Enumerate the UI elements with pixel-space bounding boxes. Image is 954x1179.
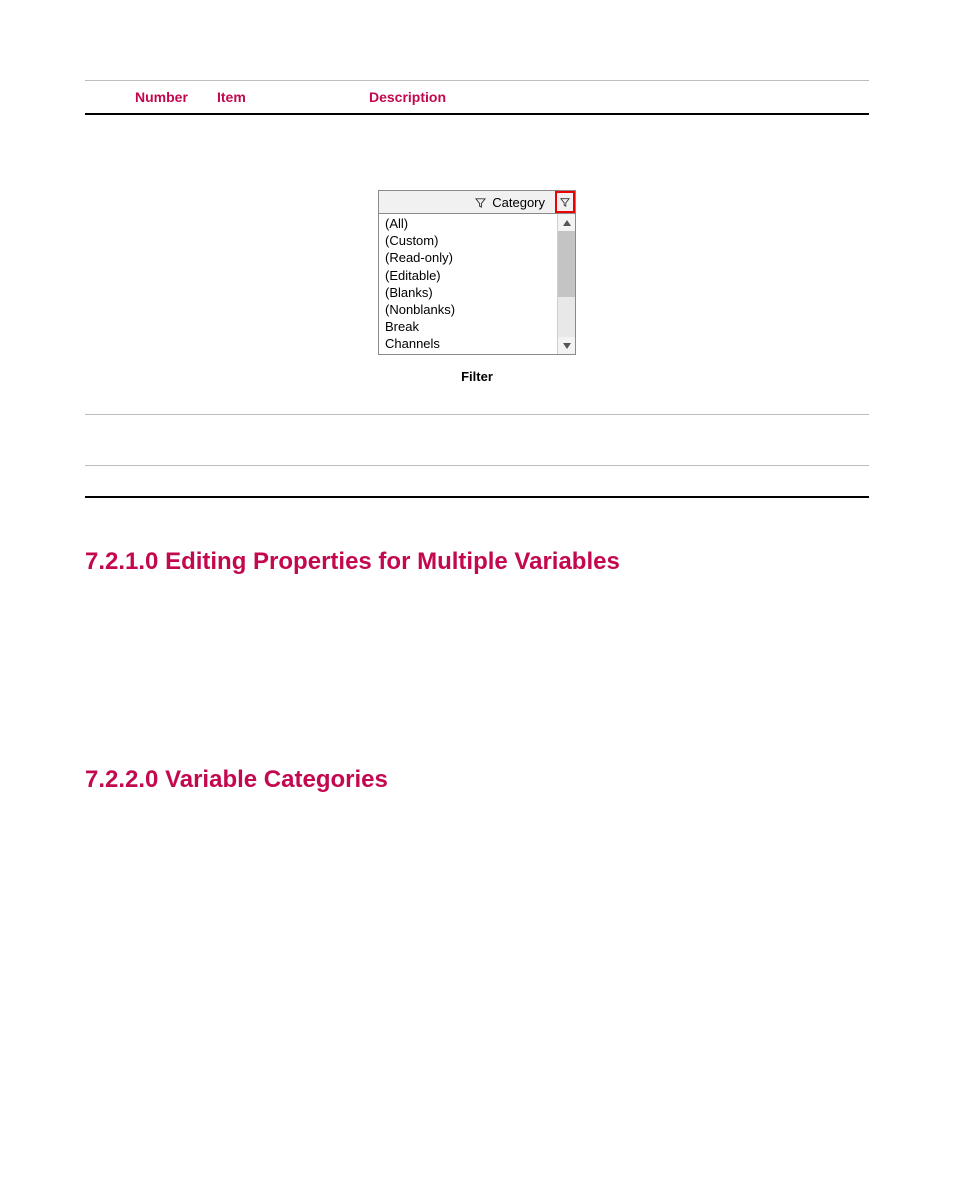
figure-caption: Filter xyxy=(461,369,493,384)
filter-figure: Category (All) (Custom) (Read-only) (Edi… xyxy=(85,190,869,384)
scroll-down-button[interactable] xyxy=(558,337,575,354)
dropdown-option[interactable]: (All) xyxy=(385,215,557,232)
column-header-item: Item xyxy=(217,89,357,105)
column-header-description: Description xyxy=(369,89,867,105)
dropdown-header-label: Category xyxy=(490,194,549,210)
scroll-track[interactable] xyxy=(558,297,575,337)
dropdown-option[interactable]: (Nonblanks) xyxy=(385,301,557,318)
scroll-thumb[interactable] xyxy=(558,231,575,297)
table-header-row: Number Item Description xyxy=(85,81,869,113)
dropdown-option[interactable]: Channels xyxy=(385,335,557,352)
table-header-rule xyxy=(85,113,869,115)
column-header-number: Number xyxy=(135,89,205,105)
filter-dropdown: Category (All) (Custom) (Read-only) (Edi… xyxy=(378,190,576,355)
dropdown-option[interactable]: Break xyxy=(385,318,557,335)
section-heading: 7.2.2.0 Variable Categories xyxy=(85,766,869,794)
dropdown-options-list: (All) (Custom) (Read-only) (Editable) (B… xyxy=(379,214,557,354)
dropdown-option[interactable]: (Blanks) xyxy=(385,284,557,301)
dropdown-header: Category xyxy=(379,191,575,214)
filter-button[interactable] xyxy=(555,191,575,213)
section-heading: 7.2.1.0 Editing Properties for Multiple … xyxy=(85,548,869,576)
dropdown-option[interactable]: (Editable) xyxy=(385,267,557,284)
dropdown-option[interactable]: (Read-only) xyxy=(385,249,557,266)
scroll-up-button[interactable] xyxy=(558,214,575,231)
funnel-icon xyxy=(560,197,570,207)
scrollbar[interactable] xyxy=(557,214,575,354)
dropdown-option[interactable]: (Custom) xyxy=(385,232,557,249)
dropdown-header-left: Category xyxy=(379,191,555,213)
funnel-icon xyxy=(475,197,486,208)
